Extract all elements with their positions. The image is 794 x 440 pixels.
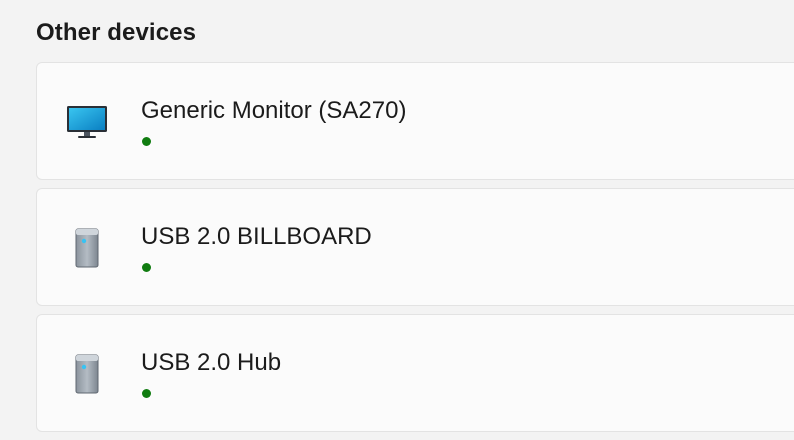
section-title: Other devices [36,19,197,46]
device-name: USB 2.0 BILLBOARD [141,223,372,250]
status-dot [142,389,151,398]
device-card-generic-monitor[interactable]: Generic Monitor (SA270) [36,62,794,180]
monitor-icon [65,103,109,141]
usb-device-icon [65,354,109,394]
device-name: Generic Monitor (SA270) [141,97,407,124]
usb-device-icon [65,228,109,268]
status-dot [142,137,151,146]
device-card-usb-hub[interactable]: USB 2.0 Hub [36,314,794,432]
device-name: USB 2.0 Hub [141,349,282,376]
device-card-usb-billboard[interactable]: USB 2.0 BILLBOARD [36,188,794,306]
status-dot [142,263,151,272]
device-list: Generic Monitor (SA270) USB 2.0 BILLBOAR… [36,62,794,440]
